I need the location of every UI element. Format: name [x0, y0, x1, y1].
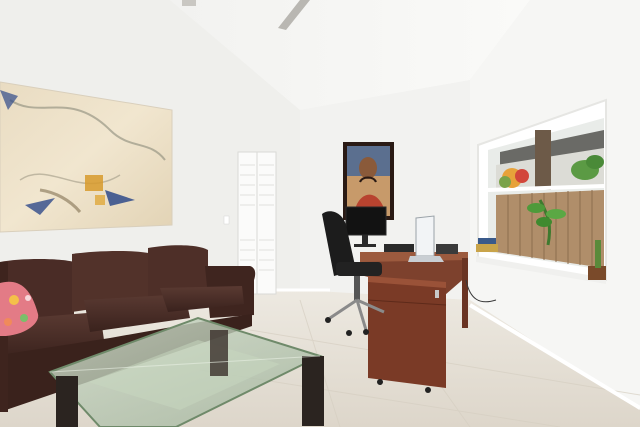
desk-tray: [436, 244, 458, 254]
keyboard: [384, 244, 414, 252]
room-scene: [0, 0, 640, 427]
room-photo: [0, 0, 640, 427]
light-switch: [223, 215, 230, 225]
filing-cabinet: [367, 276, 447, 393]
